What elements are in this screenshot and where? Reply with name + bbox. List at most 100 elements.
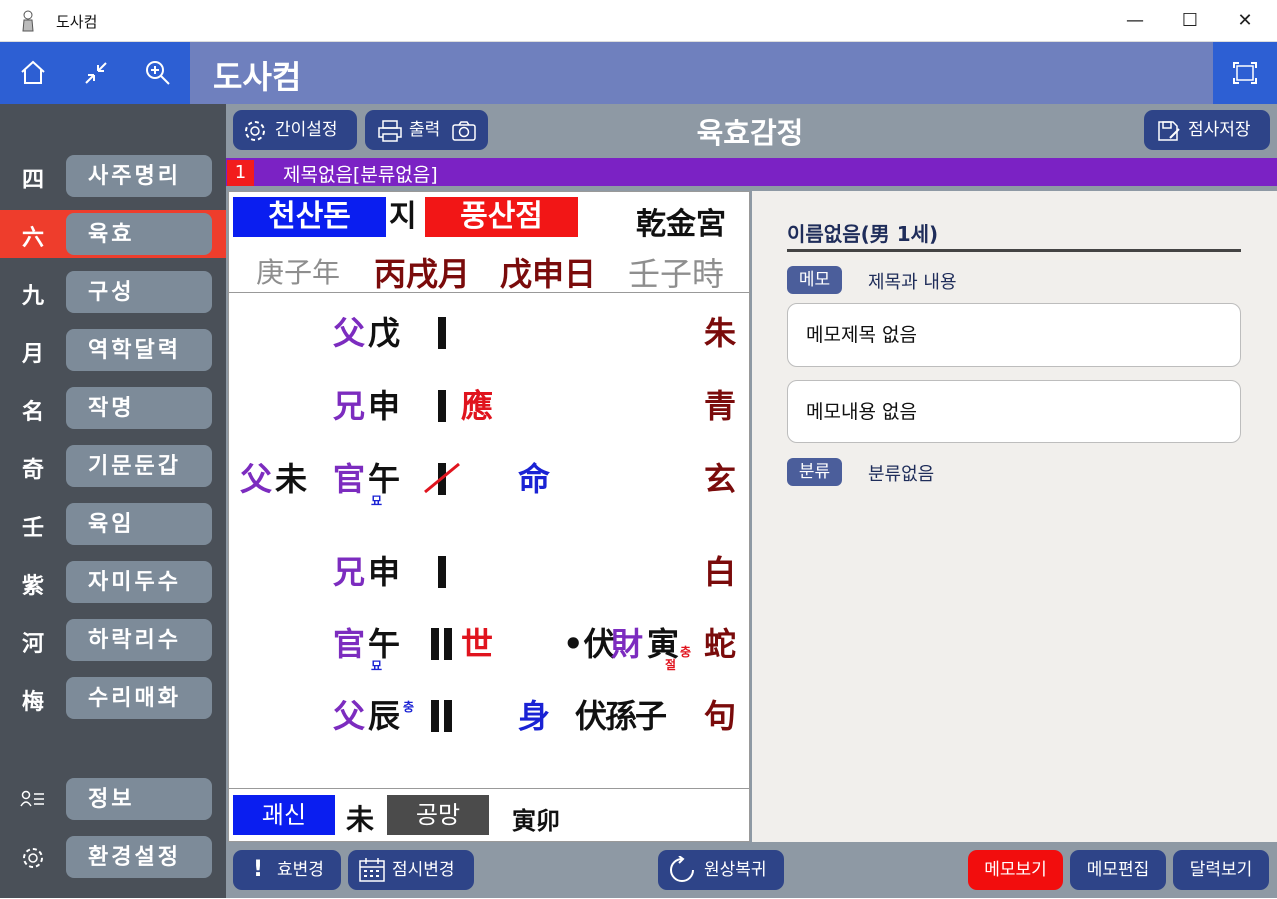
sidebar-item-info[interactable]: 정보	[0, 775, 226, 823]
yin-line[interactable]	[444, 700, 452, 732]
palace-label: 乾金宮	[636, 207, 726, 242]
yang-line[interactable]	[438, 317, 446, 349]
save-reading-label: 점사저장	[1188, 120, 1251, 140]
sidebar-item-harak[interactable]: 河 하락리수	[0, 616, 226, 664]
person-name: 이름없음(男 1세)	[787, 222, 939, 246]
document-title[interactable]: 제목없음[분류없음]	[283, 160, 438, 187]
change-line-label: 효변경	[277, 860, 324, 880]
gongmang-label: 공망	[387, 795, 489, 835]
change-time-button[interactable]: 점시변경	[348, 850, 474, 890]
view-memo-button[interactable]: 메모보기	[968, 850, 1063, 890]
maximize-button[interactable]: ☐	[1175, 8, 1205, 34]
sidebar-hanja: 梅	[21, 689, 44, 715]
zoom-in-icon[interactable]	[138, 53, 178, 93]
sidebar-item-label: 기문둔갑	[66, 445, 212, 487]
sidebar-hanja: 四	[21, 167, 44, 193]
response-mark: 應	[461, 387, 494, 425]
quick-setup-label: 간이설정	[275, 120, 338, 140]
clash-note: 충	[680, 645, 692, 659]
sidebar-hanja: 奇	[21, 457, 44, 483]
day-pillar: 戊申日	[500, 255, 597, 293]
save-reading-button[interactable]: 점사저장	[1144, 110, 1270, 150]
sidebar-item-calendar[interactable]: 月 역학달력	[0, 326, 226, 374]
six-god: 白	[704, 553, 737, 591]
gear-icon	[243, 118, 267, 158]
sidebar-hanja: 九	[21, 283, 44, 309]
sidebar-item-gimun[interactable]: 奇 기문둔갑	[0, 442, 226, 490]
sidebar-item-label: 역학달력	[66, 329, 212, 371]
six-god: 蛇	[704, 625, 737, 663]
yang-line[interactable]	[438, 390, 446, 422]
sidebar-item-label: 구성	[66, 271, 212, 313]
shrink-icon[interactable]	[76, 53, 116, 93]
divider	[229, 292, 749, 293]
sidebar-item-suri[interactable]: 梅 수리매화	[0, 674, 226, 722]
document-number: 1	[227, 160, 254, 186]
gua-name-2: 풍산점	[425, 197, 578, 237]
sidebar-hanja: 壬	[21, 515, 44, 541]
printer-icon	[377, 118, 403, 158]
window-title: 도사컴	[56, 13, 98, 31]
line-relation: 父	[333, 697, 366, 735]
hidden-relation: 財	[611, 625, 644, 663]
view-calendar-button[interactable]: 달력보기	[1173, 850, 1269, 890]
body-mark: 身	[518, 697, 551, 735]
line-branch: 辰	[368, 697, 401, 735]
month-pillar: 丙戌月	[374, 255, 471, 293]
sidebar-item-yukhyo[interactable]: 六 육효	[0, 210, 226, 258]
line-branch: 申	[368, 553, 401, 591]
change-line-button[interactable]: ! 효변경	[233, 850, 341, 890]
sidebar-item-label: 자미두수	[66, 561, 212, 603]
sidebar-item-label: 육임	[66, 503, 212, 545]
hidden-fu: •伏	[563, 625, 616, 663]
minimize-button[interactable]: —	[1120, 8, 1150, 34]
fullscreen-icon[interactable]	[1225, 53, 1265, 93]
cut-note: 절	[665, 658, 677, 672]
sidebar-item-guseong[interactable]: 九 구성	[0, 268, 226, 316]
six-god: 青	[704, 387, 737, 425]
sidebar-item-saju[interactable]: 四 사주명리	[0, 152, 226, 200]
gwaesin-label: 괘신	[233, 795, 335, 835]
life-mark: 命	[518, 460, 551, 498]
category-value: 분류없음	[868, 464, 935, 485]
tomb-note: 묘	[371, 659, 383, 673]
moving-line-slash-icon	[423, 460, 463, 500]
quick-setup-button[interactable]: 간이설정	[233, 110, 357, 150]
print-button[interactable]: 출력	[365, 110, 488, 150]
sidebar-item-yugim[interactable]: 壬 육임	[0, 500, 226, 548]
gongmang-value: 寅卯	[512, 806, 560, 835]
sidebar-item-label: 사주명리	[66, 155, 212, 197]
change-time-label: 점시변경	[392, 860, 455, 880]
home-icon[interactable]	[13, 53, 53, 93]
hidden-relation: 父	[240, 460, 273, 498]
close-button[interactable]: ✕	[1230, 8, 1260, 34]
memo-title-field[interactable]: 메모제목 없음	[787, 303, 1241, 367]
line-relation: 官	[333, 625, 366, 663]
category-tag: 분류	[787, 458, 842, 486]
line-relation: 官	[333, 460, 366, 498]
memo-content-field[interactable]: 메모내용 없음	[787, 380, 1241, 443]
reset-button[interactable]: 원상복귀	[658, 850, 784, 890]
sidebar-item-label: 환경설정	[66, 836, 212, 878]
sidebar-item-jami[interactable]: 紫 자미두수	[0, 558, 226, 606]
memo-tag: 메모	[787, 266, 842, 294]
yin-line[interactable]	[444, 628, 452, 660]
app-header	[0, 42, 1277, 104]
sidebar-item-settings[interactable]: 환경설정	[0, 833, 226, 881]
yang-line[interactable]	[438, 556, 446, 588]
sidebar-hanja: 名	[21, 399, 44, 425]
line-relation: 兄	[333, 387, 366, 425]
edit-memo-button[interactable]: 메모편집	[1070, 850, 1166, 890]
person-list-icon	[20, 789, 46, 813]
yin-line[interactable]	[431, 700, 439, 732]
sidebar-item-label: 작명	[66, 387, 212, 429]
print-label: 출력	[409, 120, 441, 140]
yin-line[interactable]	[431, 628, 439, 660]
sidebar-hanja: 紫	[21, 573, 44, 599]
reset-label: 원상복귀	[704, 860, 767, 880]
sidebar-item-label: 육효	[66, 213, 212, 255]
sidebar-item-label: 하락리수	[66, 619, 212, 661]
line-branch: 戊	[368, 314, 401, 352]
sidebar-item-naming[interactable]: 名 작명	[0, 384, 226, 432]
sidebar-hanja: 月	[21, 341, 44, 367]
